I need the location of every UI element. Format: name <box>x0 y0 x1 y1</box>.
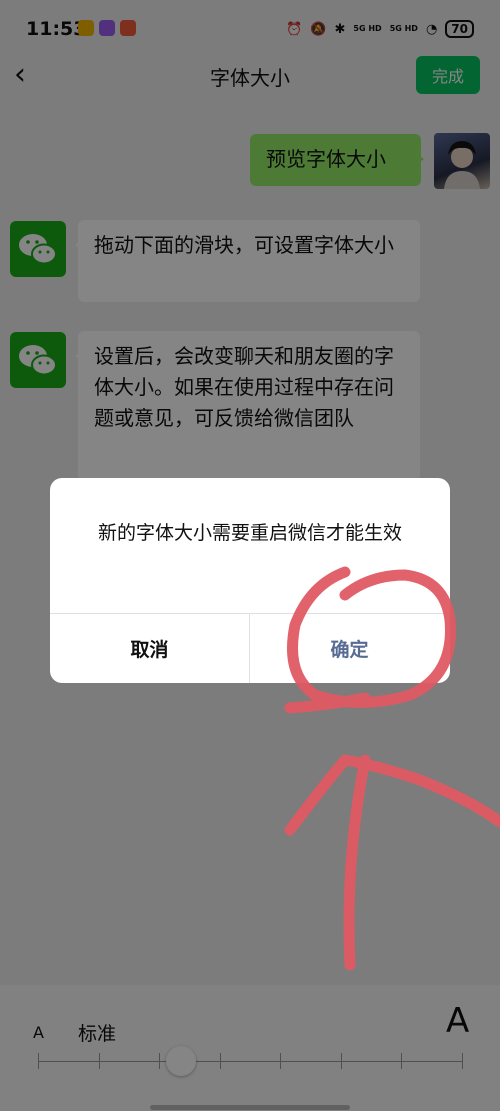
restart-dialog: 新的字体大小需要重启微信才能生效 取消 确定 <box>50 478 450 683</box>
cancel-button[interactable]: 取消 <box>50 614 249 683</box>
dialog-message: 新的字体大小需要重启微信才能生效 <box>97 522 402 544</box>
confirm-button[interactable]: 确定 <box>250 614 449 683</box>
